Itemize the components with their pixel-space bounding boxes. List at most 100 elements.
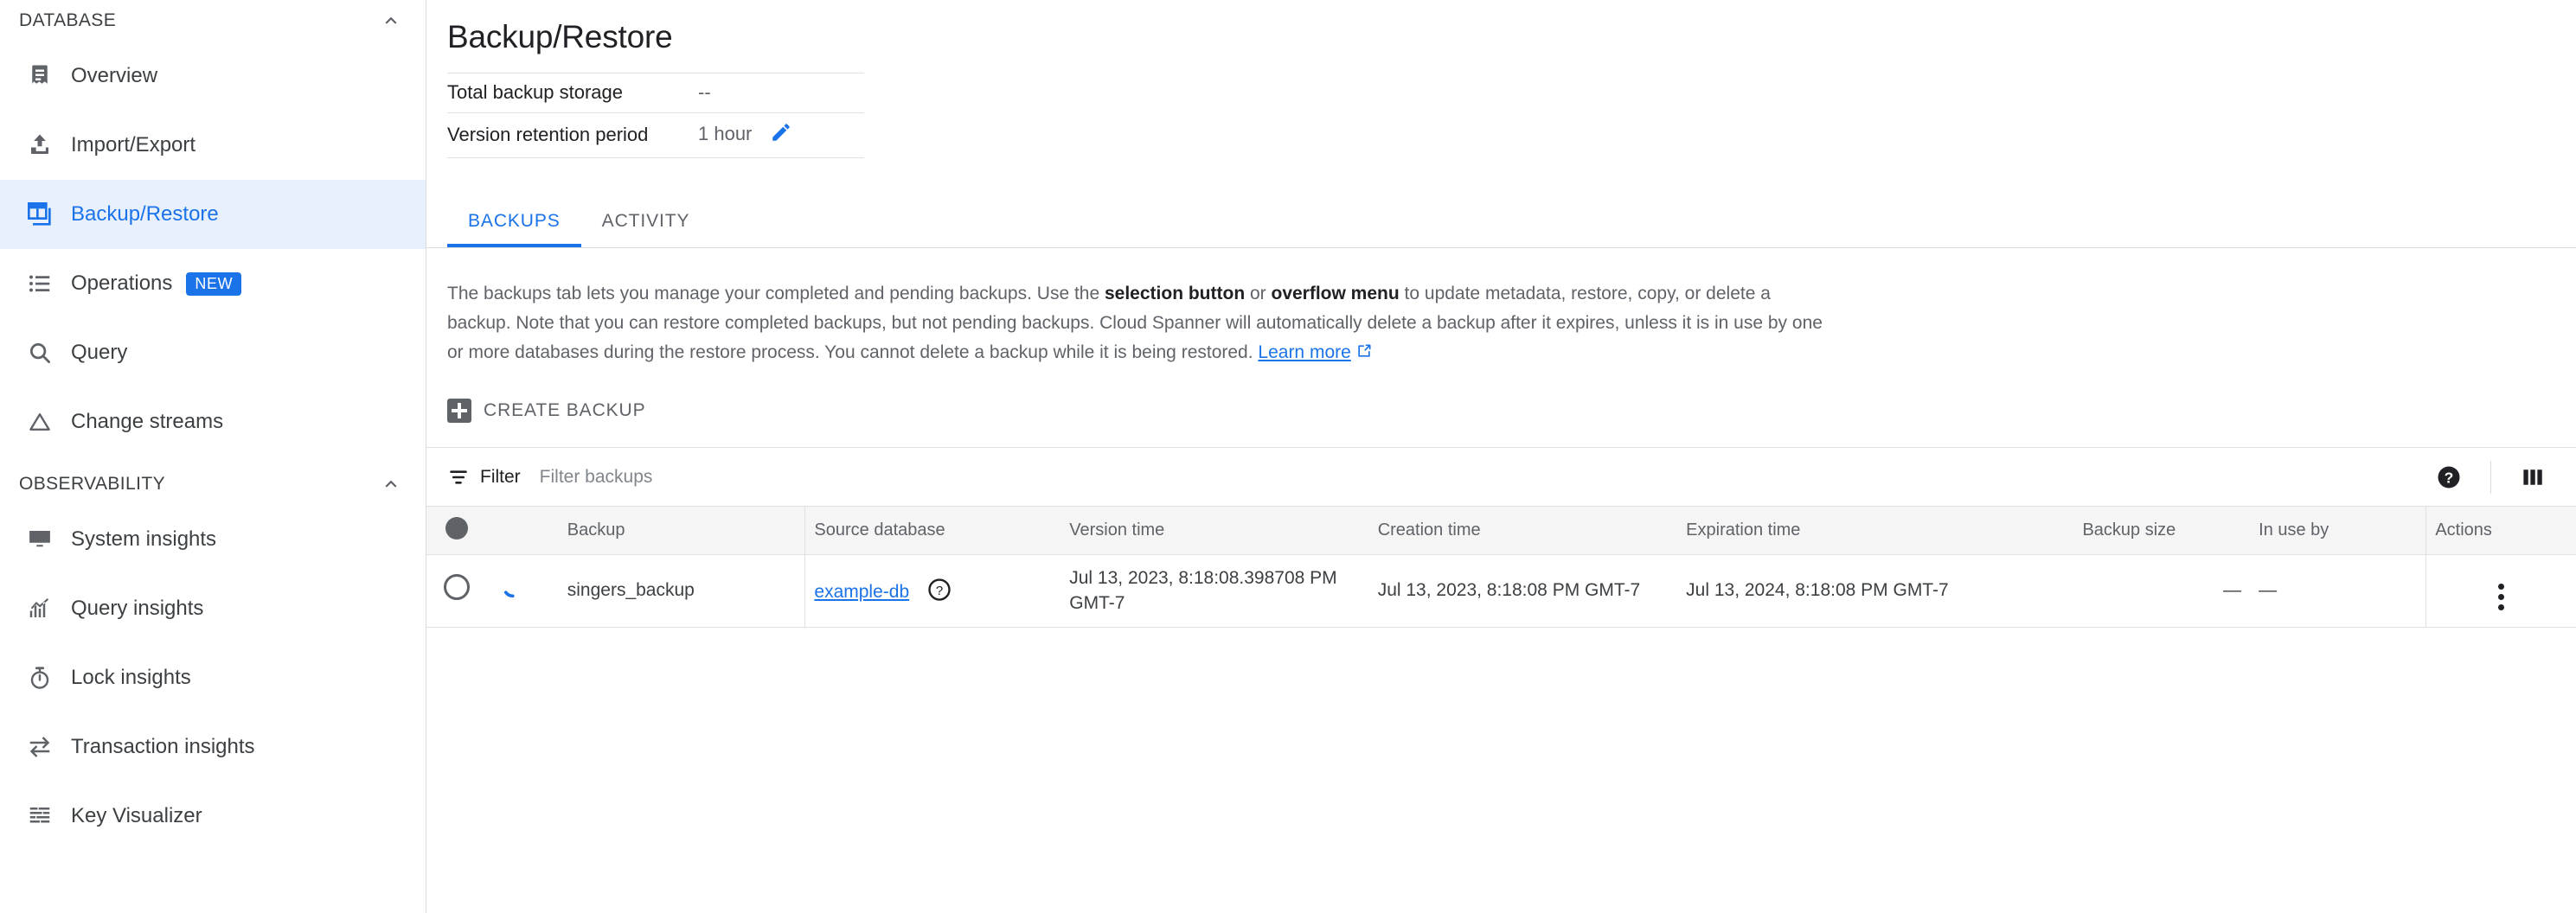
summary-row-version-retention-period: Version retention period 1 hour [447,112,864,158]
external-link-icon[interactable] [1355,340,1373,369]
row-expiration-time: Jul 13, 2024, 8:18:08 PM GMT-7 [1677,554,2074,629]
stopwatch-icon [19,657,61,699]
row-backup-name: singers_backup [558,554,806,629]
filter-bar-actions: ? [2426,455,2555,500]
row-creation-time: Jul 13, 2023, 8:18:08 PM GMT-7 [1368,554,1678,629]
import-export-icon [19,124,61,166]
summary-value: -- [698,81,711,103]
sidebar-item-label: Operations [71,271,173,295]
sidebar-item-label: System insights [71,527,217,551]
page-title: Backup/Restore [447,19,673,54]
toolbar-divider [2490,460,2491,494]
sidebar-section-header-database[interactable]: DATABASE [0,0,426,42]
column-selector-icon[interactable] [2510,455,2555,500]
sidebar-item-key-visualizer[interactable]: Key Visualizer [0,782,426,851]
source-database-link[interactable]: example-db [814,582,909,602]
filter-bar: Filter ? [426,447,2576,506]
backups-description: The backups tab lets you manage your com… [447,279,1823,369]
sidebar-item-label: Backup/Restore [71,202,219,226]
sidebar-item-label: Query [71,341,128,364]
table-header-row: Backup Source database Version time Crea… [426,506,2576,556]
sidebar-item-label: Key Visualizer [71,804,202,827]
app-root: DATABASE Overview Import/Export Backup/R… [0,0,2576,913]
bar-chart-trend-icon [19,588,61,629]
column-header-backup-size[interactable]: Backup size [2073,506,2251,556]
sidebar-item-query-insights[interactable]: Query insights [0,574,426,643]
column-header-in-use-by[interactable]: In use by [2250,506,2426,556]
desc-part-2: or [1245,284,1272,303]
overview-icon [19,55,61,97]
status-dot-icon [445,516,468,540]
svg-text:?: ? [2445,469,2454,486]
tab-activity[interactable]: ACTIVITY [581,199,711,247]
learn-more-link[interactable]: Learn more [1258,342,1350,362]
column-header-source-database[interactable]: Source database [804,506,1061,556]
tab-bar: BACKUPS ACTIVITY [426,200,2576,248]
kebab-menu-icon[interactable] [2498,583,2505,610]
column-header-creation-time[interactable]: Creation time [1368,506,1678,556]
pending-spinner-icon [498,572,528,602]
summary-row-total-backup-storage: Total backup storage -- [447,73,864,113]
filter-label: Filter [480,466,521,487]
help-filled-icon[interactable]: ? [2426,455,2471,500]
column-header-backup[interactable]: Backup [558,506,806,556]
sidebar-item-label: Lock insights [71,666,191,689]
desc-bold-selection-button: selection button [1104,284,1246,303]
column-header-version-time[interactable]: Version time [1061,506,1369,556]
sidebar-item-query[interactable]: Query [0,318,426,387]
monitor-chart-icon [19,519,61,560]
row-status-cell [490,554,559,629]
sidebar-section-header-observability[interactable]: OBSERVABILITY [0,463,426,505]
swap-arrows-icon [19,726,61,768]
sidebar-item-lock-insights[interactable]: Lock insights [0,643,426,712]
column-header-select [426,506,490,556]
sidebar-section-title: OBSERVABILITY [19,474,165,494]
row-backup-size: — [2073,554,2251,629]
summary-key: Version retention period [447,124,649,145]
row-actions-cell [2425,554,2576,629]
svg-text:?: ? [936,584,943,598]
create-backup-button[interactable]: CREATE BACKUP [447,393,646,428]
pencil-icon[interactable] [770,121,792,149]
backups-table: Backup Source database Version time Crea… [426,506,2576,629]
tab-backups[interactable]: BACKUPS [447,199,581,247]
column-header-expiration-time[interactable]: Expiration time [1677,506,2074,556]
sidebar-item-import-export[interactable]: Import/Export [0,111,426,180]
desc-bold-overflow-menu: overflow menu [1271,284,1400,303]
new-badge: NEW [186,271,242,296]
plus-box-icon [447,399,471,424]
left-navigation-sidebar: DATABASE Overview Import/Export Backup/R… [0,0,426,913]
chevron-up-icon[interactable] [379,9,403,33]
summary-value: 1 hour [698,123,753,144]
sidebar-item-label: Change streams [71,410,224,433]
sidebar-item-label: Import/Export [71,133,196,156]
sidebar-item-overview[interactable]: Overview [0,42,426,111]
row-select-radio[interactable] [444,574,470,601]
help-outline-icon[interactable]: ? [926,577,952,603]
create-backup-label: CREATE BACKUP [484,400,646,421]
sidebar-item-label: Transaction insights [71,735,255,758]
sidebar-item-change-streams[interactable]: Change streams [0,387,426,456]
key-visualizer-icon [19,795,61,837]
summary-key: Total backup storage [447,81,624,103]
column-header-actions: Actions [2425,506,2576,556]
row-source-database-cell: example-db ? [804,554,1061,629]
action-bar: CREATE BACKUP [447,393,2576,428]
sidebar-item-backup-restore[interactable]: Backup/Restore [0,180,426,249]
table-row: singers_backup example-db ? Jul 13, 2023… [426,554,2576,629]
filter-input[interactable] [539,466,1145,488]
sidebar-item-operations[interactable]: Operations NEW [0,249,426,318]
row-version-time: Jul 13, 2023, 8:18:08.398708 PM GMT-7 [1061,554,1369,629]
chevron-up-icon[interactable] [379,472,403,496]
filter-icon[interactable] [447,466,470,488]
sidebar-item-system-insights[interactable]: System insights [0,505,426,574]
row-select-cell [426,554,490,629]
main-content: Backup/Restore Total backup storage -- V… [426,0,2576,913]
sidebar-item-label: Query insights [71,597,204,620]
list-icon [19,263,61,304]
backups-table-wrapper: Backup Source database Version time Crea… [426,506,2576,629]
change-streams-icon [19,401,61,443]
sidebar-item-transaction-insights[interactable]: Transaction insights [0,712,426,782]
sidebar-item-label: Overview [71,64,158,87]
summary-value-cell: 1 hour [698,113,864,158]
